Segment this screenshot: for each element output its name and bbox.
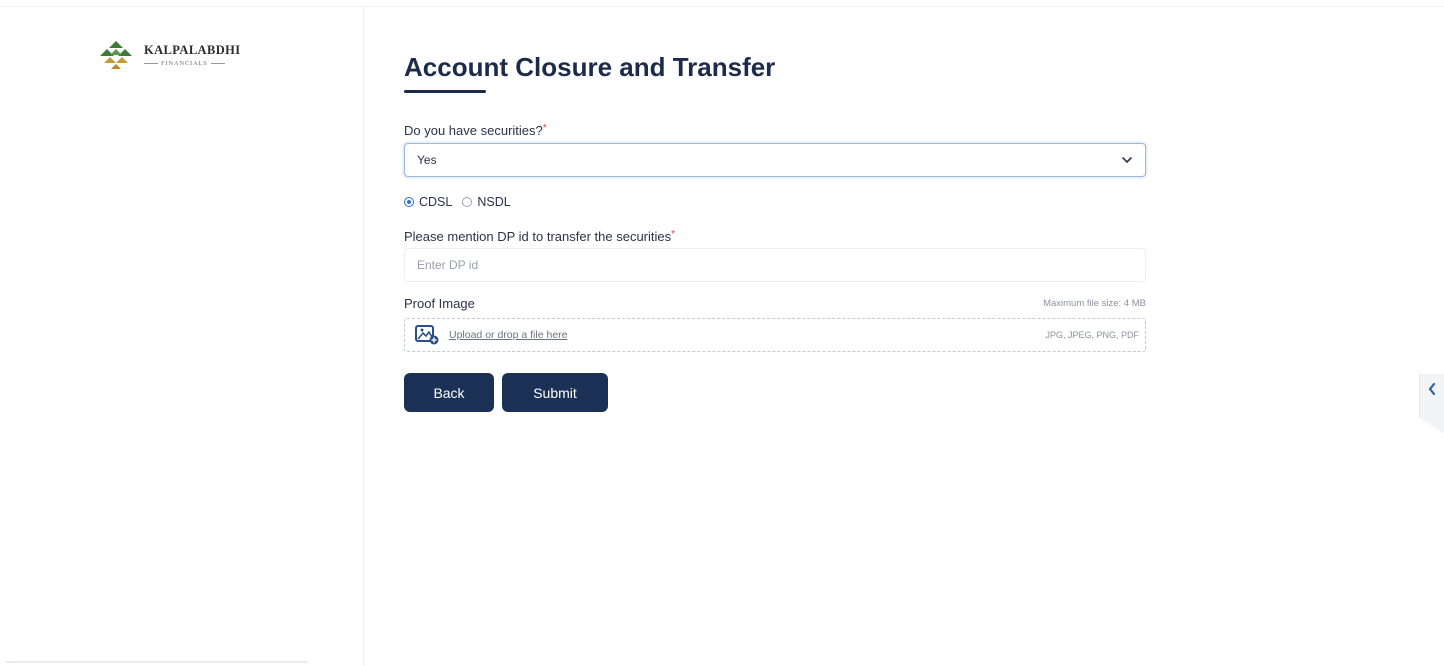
depository-radio-group: CDSL NSDL (404, 193, 511, 211)
dp-id-label-text: Please mention DP id to transfer the sec… (404, 229, 672, 244)
chevron-left-icon (1428, 382, 1436, 396)
brand-subtitle-text: FINANCIALS (161, 60, 208, 67)
proof-image-label: Proof Image (404, 296, 475, 311)
allowed-file-types: JPG, JPEG, PNG, PDF (1045, 330, 1139, 340)
radio-cdsl-label[interactable]: CDSL (419, 195, 452, 209)
dropzone-left: Upload or drop a file here (415, 325, 568, 345)
radio-cdsl[interactable]: CDSL (404, 195, 452, 209)
page-title: Account Closure and Transfer (404, 52, 776, 82)
dp-id-label: Please mention DP id to transfer the sec… (404, 229, 675, 244)
chevron-down-icon (1122, 157, 1132, 163)
brand-name: KALPALABDHI (144, 43, 241, 57)
back-button[interactable]: Back (404, 373, 494, 412)
logo-rule-left (144, 63, 158, 64)
radio-cdsl-indicator[interactable] (404, 197, 414, 207)
securities-label: Do you have securities?* (404, 123, 547, 138)
upload-link[interactable]: Upload or drop a file here (449, 329, 568, 341)
image-upload-icon[interactable] (415, 325, 439, 345)
securities-select-value: Yes (417, 153, 437, 167)
title-underline (404, 90, 486, 93)
brand-logo[interactable]: KALPALABDHI FINANCIALS (96, 37, 276, 81)
dp-id-input[interactable] (404, 248, 1146, 282)
securities-label-text: Do you have securities? (404, 123, 543, 138)
brand-subtitle: FINANCIALS (144, 60, 241, 67)
file-dropzone[interactable]: Upload or drop a file here JPG, JPEG, PN… (404, 318, 1146, 352)
panel-toggle-tab[interactable] (1419, 374, 1444, 434)
radio-nsdl-indicator[interactable] (462, 197, 473, 207)
max-file-size: Maximum file size: 4 MB (1043, 298, 1146, 309)
radio-nsdl-label[interactable]: NSDL (477, 195, 510, 209)
sidebar: KALPALABDHI FINANCIALS (0, 7, 364, 666)
submit-button[interactable]: Submit (502, 373, 608, 412)
sidebar-bottom-rule (6, 661, 308, 663)
required-mark: * (542, 123, 547, 134)
radio-nsdl[interactable]: NSDL (462, 195, 511, 209)
required-mark: * (671, 229, 676, 240)
page: KALPALABDHI FINANCIALS Account Closure a… (0, 0, 1444, 666)
logo-rule-right (210, 63, 225, 64)
logo-leaves-icon (100, 41, 132, 69)
securities-select[interactable]: Yes (404, 143, 1146, 177)
form-main: Account Closure and Transfer Do you have… (404, 0, 1148, 666)
